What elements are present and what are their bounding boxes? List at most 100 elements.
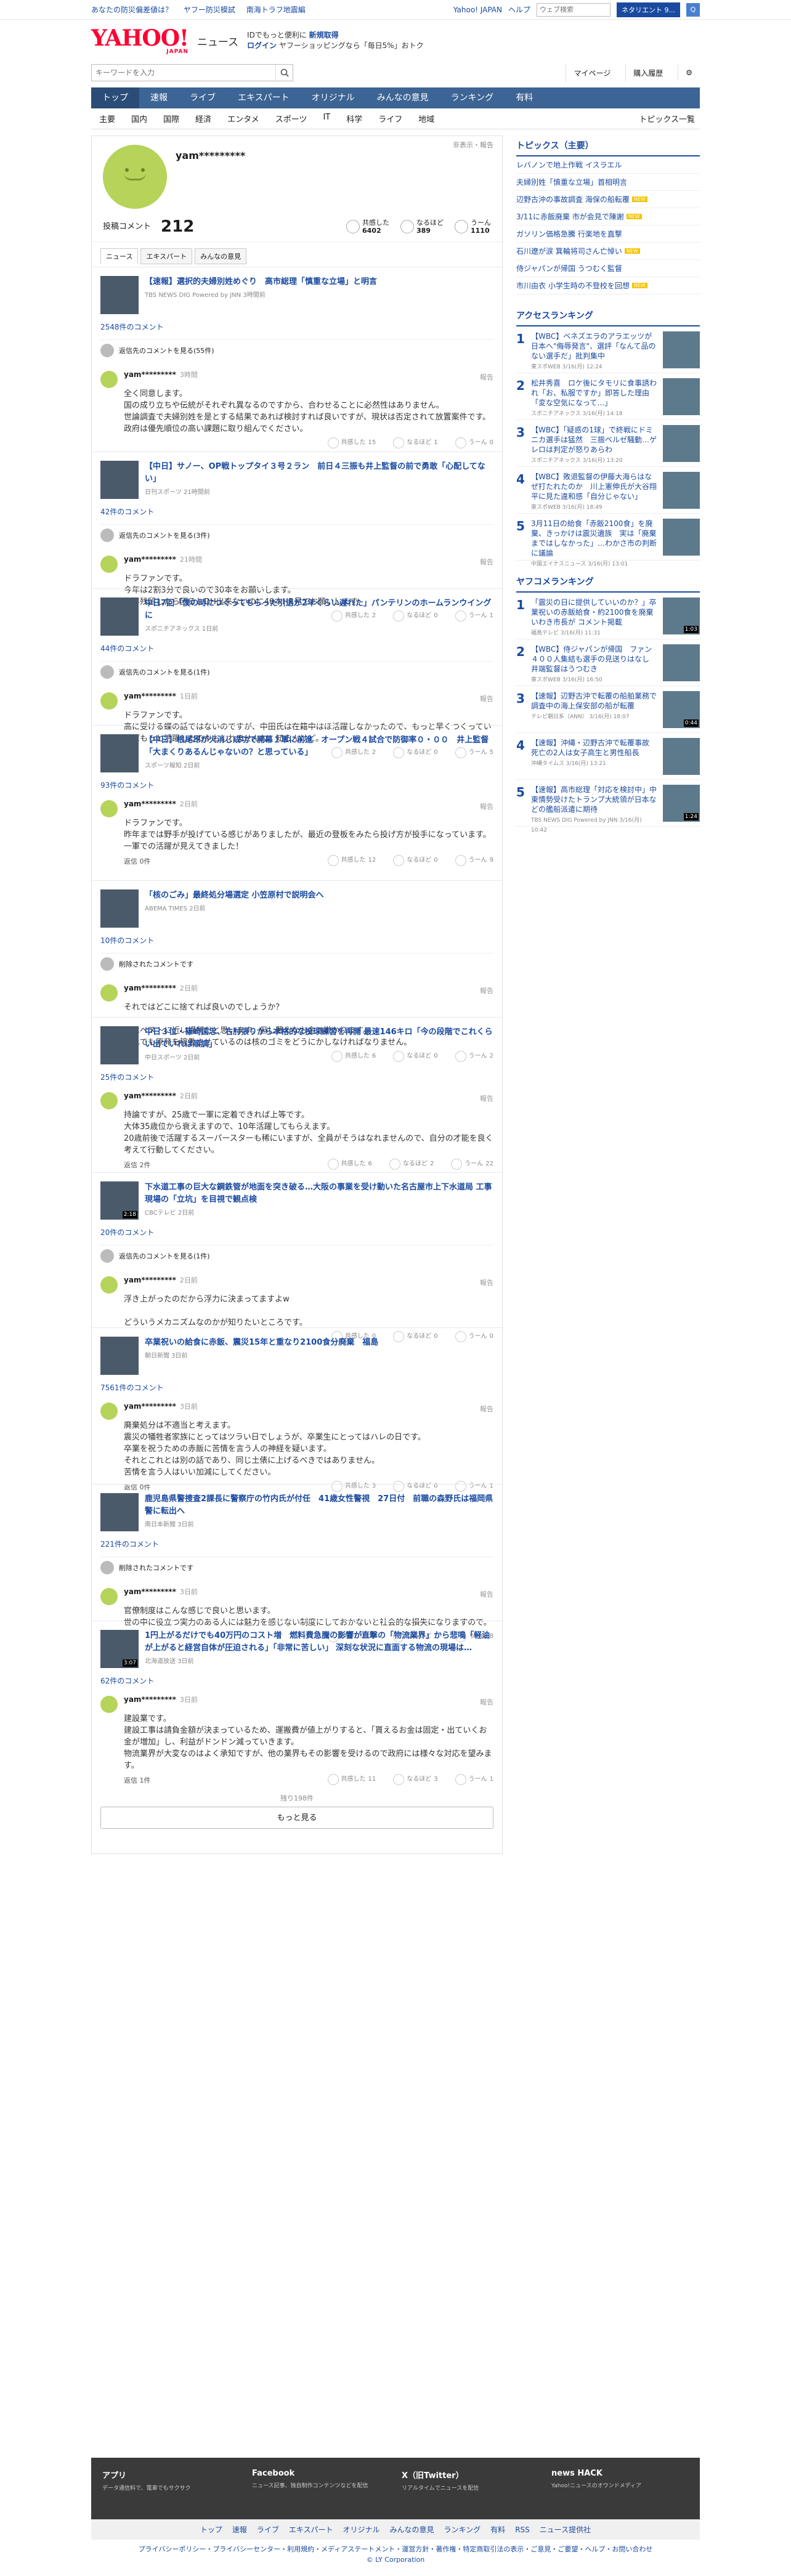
comment-count-link[interactable]: 25件のコメント xyxy=(100,1072,493,1082)
reply-button[interactable]: 返信 0件 xyxy=(124,856,151,866)
comment-count-link[interactable]: 42件のコメント xyxy=(100,506,493,517)
article-title[interactable]: 【中日】サノー、OP戦トップタイ３号２ラン 前日４三振も井上監督の前で勇敢「心配… xyxy=(145,461,493,485)
article-thumbnail[interactable] xyxy=(100,889,139,928)
footer-nav-link[interactable]: トップ xyxy=(200,2525,222,2534)
more-button[interactable]: もっと見る xyxy=(100,1807,493,1829)
help-link[interactable]: ヘルプ xyxy=(508,4,530,15)
ranking-item[interactable]: 3 【WBC】「疑惑の1球」で終戦にドミニカ選手は猛然 三振ベルゼ騒動…ゲレロは判… xyxy=(516,420,700,467)
ranking-thumbnail[interactable] xyxy=(663,644,700,681)
web-search-input[interactable] xyxy=(537,2,610,17)
naruhodo-button[interactable]: なるほど 1 xyxy=(393,437,438,448)
gnav-item[interactable]: オリジナル xyxy=(301,87,366,108)
hmm-button[interactable]: うーん 9 xyxy=(455,855,493,866)
footer-promo[interactable]: X（旧Twitter） リアルタイムでニュースを配信 xyxy=(402,2469,539,2508)
search-q-icon[interactable]: Q xyxy=(686,2,700,17)
signup-link[interactable]: 新規取得 xyxy=(309,31,339,39)
category-item[interactable]: ライフ xyxy=(370,113,410,124)
footer-nav-link[interactable]: ライブ xyxy=(257,2525,279,2534)
ranking-thumbnail[interactable]: 1:24 xyxy=(663,785,700,822)
article-title[interactable]: 中日7回「僕の時につくってもらった引退が2年くらい遅れた」パンテリンのホームラン… xyxy=(145,597,493,622)
comment-count-link[interactable]: 7561件のコメント xyxy=(100,1382,493,1393)
report-link[interactable]: 報告 xyxy=(480,1404,493,1414)
tab[interactable]: ニュース xyxy=(100,248,139,264)
topic-item[interactable]: 辺野古沖の事故調査 海保の船転覆 NEW xyxy=(516,191,700,208)
topic-title[interactable]: 石川遼が涙 箕輪将司さん亡悼い xyxy=(516,246,622,256)
footer-nav-link[interactable]: RSS xyxy=(515,2525,530,2534)
hmm-button[interactable]: うーん 22 xyxy=(451,1159,493,1170)
yahoo-logo[interactable]: YAHOO! JAPAN xyxy=(91,27,189,55)
footer-nav-link[interactable]: ニュース提供社 xyxy=(540,2525,591,2534)
empathy-button[interactable]: 共感した 11 xyxy=(327,1774,376,1785)
article-title[interactable]: 【中日】根尾昂が火消し成功で開幕１軍に前進 オープン戦４試合で防御率０・００ 井… xyxy=(145,734,493,759)
login-link[interactable]: ログイン xyxy=(247,41,277,50)
comment-count-link[interactable]: 20件のコメント xyxy=(100,1227,493,1237)
topic-item[interactable]: 侍ジャパンが帰国 うつむく監督 xyxy=(516,260,700,277)
search-icon[interactable] xyxy=(275,65,293,81)
gnav-item[interactable]: 有料 xyxy=(505,87,544,108)
ranking-thumbnail[interactable] xyxy=(663,331,700,368)
report-link[interactable]: 報告 xyxy=(480,1697,493,1707)
footer-nav-link[interactable]: 速報 xyxy=(232,2525,247,2534)
empathy-button[interactable]: 共感した 12 xyxy=(327,855,376,866)
reply-parent[interactable]: 返信先のコメントを見る(55件) xyxy=(100,339,493,361)
article-thumbnail[interactable] xyxy=(100,1493,139,1531)
topic-title[interactable]: 辺野古沖の事故調査 海保の船転覆 xyxy=(516,194,630,205)
legal-links[interactable]: プライバシーポリシー・プライバシーセンター・利用規約・メディアステートメント・運… xyxy=(91,2544,700,2554)
report-link[interactable]: 報告 xyxy=(480,1093,493,1103)
report-link[interactable]: 報告 xyxy=(480,986,493,995)
comment-count-link[interactable]: 221件のコメント xyxy=(100,1539,493,1549)
footer-nav-link[interactable]: 有料 xyxy=(490,2525,505,2534)
reply-parent[interactable]: 削除されたコメントです xyxy=(100,1557,493,1578)
category-item[interactable]: 科学 xyxy=(338,113,370,124)
article-title[interactable]: 卒業祝いの給食に赤飯、震災15年と重なり2100食分廃棄 福島 xyxy=(145,1337,378,1349)
topic-title[interactable]: 3/11に赤飯廃棄 市が会見で陳謝 xyxy=(516,211,624,222)
topic-item[interactable]: レバノンで地上作戦 イスラエル xyxy=(516,156,700,174)
yahoo-japan-link[interactable]: Yahoo! JAPAN xyxy=(453,6,502,14)
article-thumbnail[interactable] xyxy=(100,276,139,314)
ranking-thumbnail[interactable] xyxy=(663,472,700,509)
report-link[interactable]: 報告 xyxy=(480,801,493,811)
naruhodo-button[interactable]: なるほど 3 xyxy=(393,1774,438,1785)
bousai-mock-link[interactable]: ヤフー防災模試 xyxy=(184,6,235,14)
report-link[interactable]: 報告 xyxy=(480,372,493,382)
ranking-item[interactable]: 1 【WBC】ベネズエラのアラエッツが日本へ"侮辱発言"、選評「なんて品のない選手… xyxy=(516,326,700,373)
ranking-item[interactable]: 5 【速報】高市総理「対応を検討中」中東情勢受けたトランプ大統領が日本などの艦船派… xyxy=(516,780,700,833)
article-title[interactable]: 中日３位・篠崎国忠、右肘張りから本格的な投球練習を再開 最速146キロ「今の段階… xyxy=(145,1026,493,1051)
gnav-item[interactable]: ライブ xyxy=(179,87,227,108)
category-item[interactable]: 経済 xyxy=(187,113,219,124)
reply-parent[interactable]: 削除されたコメントです xyxy=(100,953,493,974)
reply-button[interactable]: 返信 2件 xyxy=(124,1160,151,1170)
reply-parent[interactable]: 返信先のコメントを見る(3件) xyxy=(100,524,493,546)
ranking-thumbnail[interactable] xyxy=(663,378,700,415)
web-search-button[interactable]: ネタリエント 9... xyxy=(617,2,680,17)
reply-parent[interactable]: 返信先のコメントを見る(1件) xyxy=(100,1245,493,1266)
ranking-item[interactable]: 4 【速報】沖縄・辺野古沖で転覆事故 死亡の2人は女子高生と男性船長 沖縄タイムス … xyxy=(516,733,700,780)
nankai-link[interactable]: 南海トラフ地震編 xyxy=(246,6,306,14)
ranking-title[interactable]: 「震災の日に提供していいのか？」卒業祝いの赤飯給食・約2100食を廃棄 いわき市… xyxy=(531,597,661,636)
ranking-item[interactable]: 4 【WBC】敗退監督の伊藤大海らはなぜ打たれたのか 川上憲伸氏が大谷翔平に見た違… xyxy=(516,467,700,514)
topic-title[interactable]: レバノンで地上作戦 イスラエル xyxy=(516,160,622,170)
tab[interactable]: エキスパート xyxy=(140,248,193,264)
article-thumbnail[interactable] xyxy=(100,1337,139,1375)
gnav-item[interactable]: みんなの意見 xyxy=(366,87,440,108)
ranking-title[interactable]: 【WBC】ベネズエラのアラエッツが日本へ"侮辱発言"、選評「なんて品のない選手だ… xyxy=(531,331,658,370)
footer-promo[interactable]: Facebook ニュース記事、独自制作コンテンツなどを配信 xyxy=(252,2469,389,2508)
naruhodo-button[interactable]: なるほど 0 xyxy=(393,855,438,866)
article-title[interactable]: 下水道工事の巨大な鋼鉄管が地面を突き破る…大阪の事業を受け動いた名古屋市上下水道… xyxy=(145,1181,493,1206)
topic-item[interactable]: 市川由衣 小学生時の不登校を回想 NEW xyxy=(516,277,700,294)
ranking-title[interactable]: 【WBC】侍ジャパンが帰国 ファン４００人集結も選手の見送りはなし 井端監督はう… xyxy=(531,644,658,683)
topic-item[interactable]: 3/11に赤飯廃棄 市が会見で陳謝 NEW xyxy=(516,208,700,225)
article-thumbnail[interactable] xyxy=(100,1026,139,1064)
comment-count-link[interactable]: 93件のコメント xyxy=(100,780,493,790)
topic-item[interactable]: 夫婦別姓「慎重な立場」首相明言 xyxy=(516,174,700,191)
empathy-button[interactable]: 共感した 6 xyxy=(327,1159,372,1170)
ranking-title[interactable]: 【WBC】敗退監督の伊藤大海らはなぜ打たれたのか 川上憲伸氏が大谷翔平に見た違和… xyxy=(531,472,658,511)
footer-nav-link[interactable]: ランキング xyxy=(444,2525,481,2534)
hmm-button[interactable]: うーん 0 xyxy=(455,437,493,448)
ranking-title[interactable]: 【速報】辺野古沖で転覆の船舶業務で調査中の海上保安部の船が転覆 テレビ朝日系（AN… xyxy=(531,691,658,727)
footer-nav-link[interactable]: エキスパート xyxy=(289,2525,333,2534)
category-item[interactable]: スポーツ xyxy=(267,113,315,124)
ranking-thumbnail[interactable]: 1:03 xyxy=(663,597,700,634)
article-title[interactable]: 【速報】選択的夫婦別姓めぐり 高市総理「慎重な立場」と明言 xyxy=(145,276,377,288)
ranking-item[interactable]: 3 【速報】辺野古沖で転覆の船舶業務で調査中の海上保安部の船が転覆 テレビ朝日系（A… xyxy=(516,686,700,733)
